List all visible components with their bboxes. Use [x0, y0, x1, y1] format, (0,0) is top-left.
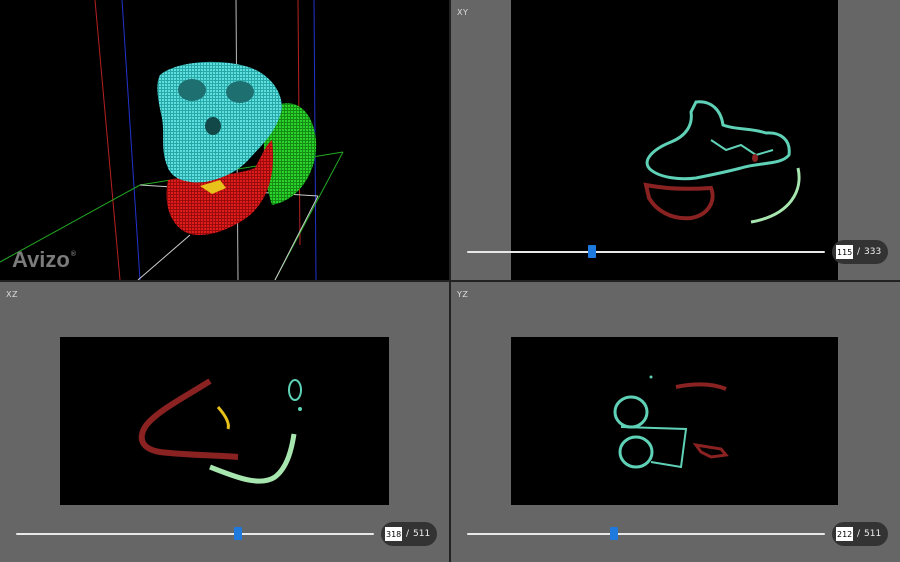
xy-view[interactable]: XY / 333 [451, 0, 900, 280]
xz-view[interactable]: XZ / 511 [0, 282, 449, 562]
hyoid-section [750, 167, 801, 224]
hyoid-section [216, 406, 230, 430]
3d-scene[interactable] [0, 0, 449, 280]
upper-mandible-section [675, 382, 727, 391]
yz-slice-image[interactable] [511, 337, 838, 505]
view-label-xz: XZ [6, 290, 18, 299]
xz-slice-total: 511 [413, 529, 431, 539]
mandible-section [643, 182, 715, 221]
xy-slice-total: 333 [864, 247, 882, 257]
yz-slice-input[interactable] [836, 527, 853, 541]
cranium-section [613, 395, 649, 429]
xy-slice-slider[interactable] [467, 245, 825, 258]
xy-slice-image[interactable] [511, 0, 838, 280]
avizo-logo: Avizo® [12, 247, 77, 272]
xz-slice-image[interactable] [60, 337, 389, 505]
viewer-grid: Avizo® XY / 333 XZ [0, 0, 900, 562]
view-label-yz: YZ [457, 290, 469, 299]
mandible-section [138, 378, 239, 460]
xy-slider-thumb[interactable] [588, 245, 596, 258]
yz-slice-slider[interactable] [467, 527, 825, 540]
xy-slice-input[interactable] [836, 245, 853, 259]
lower-mandible-section [692, 442, 729, 459]
xz-slice-input[interactable] [385, 527, 402, 541]
cranium-section [645, 100, 791, 181]
xz-slice-slider[interactable] [16, 527, 374, 540]
nasal-cavity [205, 117, 221, 135]
xy-slice-counter: / 333 [832, 240, 889, 264]
yz-slice-total: 511 [864, 529, 882, 539]
xz-slider-thumb[interactable] [234, 527, 242, 540]
cranium-section [288, 379, 302, 401]
yz-slider-thumb[interactable] [610, 527, 618, 540]
left-orbit [178, 79, 206, 101]
3d-view[interactable]: Avizo® [0, 0, 449, 280]
right-orbit [226, 81, 254, 103]
view-label-xy: XY [457, 8, 469, 17]
yz-slice-counter: / 511 [832, 522, 889, 546]
xz-slice-counter: / 511 [381, 522, 438, 546]
yz-view[interactable]: YZ / 511 [451, 282, 900, 562]
